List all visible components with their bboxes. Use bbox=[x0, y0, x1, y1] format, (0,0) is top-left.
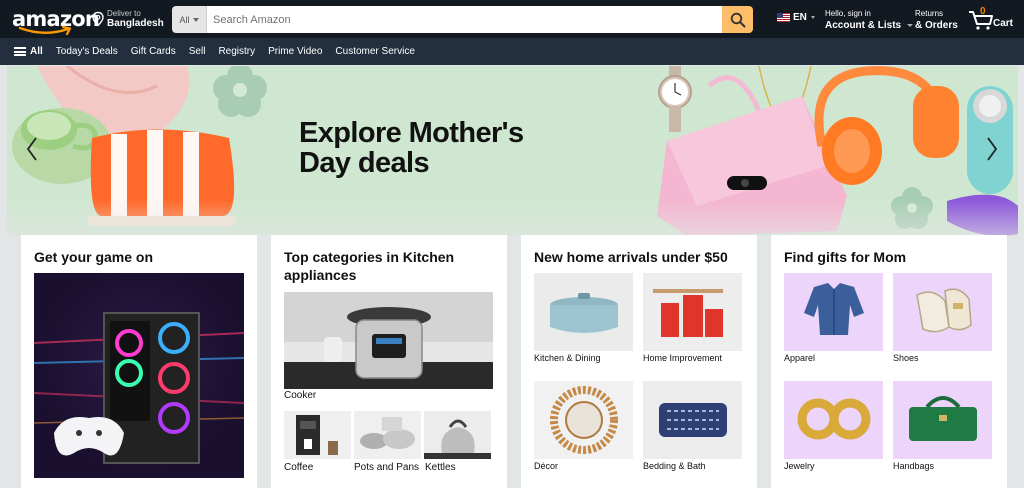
dutch-oven-illustration bbox=[550, 293, 618, 333]
cart-button[interactable]: 0 Cart bbox=[968, 6, 1018, 32]
language-selector[interactable]: EN bbox=[777, 12, 815, 23]
amazon-logo[interactable]: amazon bbox=[12, 4, 100, 35]
hero-title-line-2: Day deals bbox=[299, 147, 430, 179]
jewelry-tile[interactable] bbox=[784, 381, 883, 459]
gaming-pc-image[interactable] bbox=[34, 273, 244, 478]
carousel-prev-icon[interactable] bbox=[25, 136, 39, 162]
handbags-tile[interactable] bbox=[893, 381, 992, 459]
returns-and-orders[interactable]: Returns & Orders bbox=[915, 9, 958, 31]
card-title: Find gifts for Mom bbox=[784, 249, 907, 265]
card-gifts-for-mom: Find gifts for Mom Apparel Shoes Jewelry… bbox=[771, 235, 1007, 488]
orders-label: & Orders bbox=[915, 20, 958, 31]
cart-label: Cart bbox=[993, 18, 1014, 29]
carousel-next-icon[interactable] bbox=[985, 136, 999, 162]
nav-link-gift-cards[interactable]: Gift Cards bbox=[131, 46, 176, 57]
handbags-label[interactable]: Handbags bbox=[893, 461, 934, 471]
search-category-select[interactable]: All bbox=[172, 6, 207, 33]
gaming-pc-illustration bbox=[34, 312, 244, 464]
nav-link-registry[interactable]: Registry bbox=[218, 46, 255, 57]
coffee-machine-illustration bbox=[296, 415, 338, 455]
sunburst-mirror-illustration bbox=[550, 386, 618, 454]
home-improvement-label[interactable]: Home Improvement bbox=[643, 353, 722, 363]
search-button[interactable] bbox=[722, 6, 753, 33]
cooker-tile[interactable] bbox=[284, 292, 493, 389]
shoes-tile[interactable] bbox=[893, 273, 992, 351]
hamburger-icon bbox=[14, 47, 26, 56]
card-title: Get your game on bbox=[34, 249, 154, 265]
coffee-tile[interactable] bbox=[284, 411, 351, 459]
bedding-bath-tile[interactable] bbox=[643, 381, 742, 459]
pressure-cooker-illustration bbox=[284, 292, 493, 389]
pillow-illustration bbox=[659, 403, 727, 437]
account-greeting: Hello, sign in bbox=[825, 9, 871, 18]
shoes-label[interactable]: Shoes bbox=[893, 353, 919, 363]
deliver-to[interactable]: Deliver to Bangladesh bbox=[91, 4, 164, 34]
card-kitchen-appliances: Top categories in Kitchen appliances Coo… bbox=[271, 235, 507, 488]
account-and-lists[interactable]: Hello, sign in Account & Lists bbox=[825, 9, 913, 31]
coffee-label[interactable]: Coffee bbox=[284, 462, 313, 473]
kitchen-dining-label[interactable]: Kitchen & Dining bbox=[534, 353, 601, 363]
nav-link-sell[interactable]: Sell bbox=[189, 46, 206, 57]
gold-earrings-illustration bbox=[797, 398, 871, 440]
search-category-value: All bbox=[179, 14, 190, 25]
caret-down-icon bbox=[192, 17, 199, 22]
all-menu-button[interactable]: All bbox=[14, 46, 43, 57]
caret-down-icon bbox=[906, 24, 913, 27]
account-label: Account & Lists bbox=[825, 20, 902, 31]
card-title: New home arrivals under $50 bbox=[534, 249, 728, 265]
home-improvement-tile[interactable] bbox=[643, 273, 742, 351]
cart-count: 0 bbox=[980, 6, 986, 17]
card-title: Top categories in Kitchen appliances bbox=[284, 249, 455, 283]
search-bar: All bbox=[172, 6, 753, 33]
search-input[interactable] bbox=[207, 6, 722, 33]
apparel-tile[interactable] bbox=[784, 273, 883, 351]
sneakers-illustration bbox=[916, 288, 972, 333]
hero-title: Explore Mother's Day deals bbox=[299, 118, 559, 178]
bedding-bath-label[interactable]: Bedding & Bath bbox=[643, 461, 706, 471]
language-code: EN bbox=[793, 12, 807, 23]
green-handbag-illustration bbox=[909, 396, 977, 441]
jewelry-label[interactable]: Jewelry bbox=[784, 461, 815, 471]
deliver-country: Bangladesh bbox=[107, 18, 164, 29]
apparel-label[interactable]: Apparel bbox=[784, 353, 815, 363]
card-gaming: Get your game on bbox=[21, 235, 257, 488]
decor-tile[interactable] bbox=[534, 381, 633, 459]
pots-illustration bbox=[360, 417, 415, 449]
us-flag-icon bbox=[777, 13, 790, 22]
nav-link-prime-video[interactable]: Prime Video bbox=[268, 46, 322, 57]
smile-arrow-icon bbox=[18, 26, 72, 35]
nav-link-todays-deals[interactable]: Today's Deals bbox=[56, 46, 118, 57]
sub-navbar: All Today's Deals Gift Cards Sell Regist… bbox=[0, 38, 1024, 65]
paint-cans-illustration bbox=[653, 289, 723, 337]
search-icon bbox=[730, 12, 745, 27]
top-navbar: amazon Deliver to Bangladesh All Search … bbox=[0, 0, 1024, 38]
kitchen-dining-tile[interactable] bbox=[534, 273, 633, 351]
card-home-arrivals: New home arrivals under $50 Kitchen & Di… bbox=[521, 235, 757, 488]
cooker-label[interactable]: Cooker bbox=[284, 390, 316, 401]
caret-down-icon bbox=[810, 16, 815, 19]
pots-and-pans-label[interactable]: Pots and Pans bbox=[354, 462, 419, 473]
nav-link-customer-service[interactable]: Customer Service bbox=[335, 46, 414, 57]
returns-label: Returns bbox=[915, 9, 944, 18]
pots-and-pans-tile[interactable] bbox=[354, 411, 421, 459]
kettle-illustration bbox=[424, 419, 491, 459]
kettles-label[interactable]: Kettles bbox=[425, 462, 456, 473]
kettles-tile[interactable] bbox=[424, 411, 491, 459]
denim-shirt-illustration bbox=[804, 283, 864, 335]
all-menu-label: All bbox=[30, 46, 43, 57]
hero-title-line-1: Explore Mother's bbox=[299, 117, 524, 149]
decor-label[interactable]: Décor bbox=[534, 461, 558, 471]
